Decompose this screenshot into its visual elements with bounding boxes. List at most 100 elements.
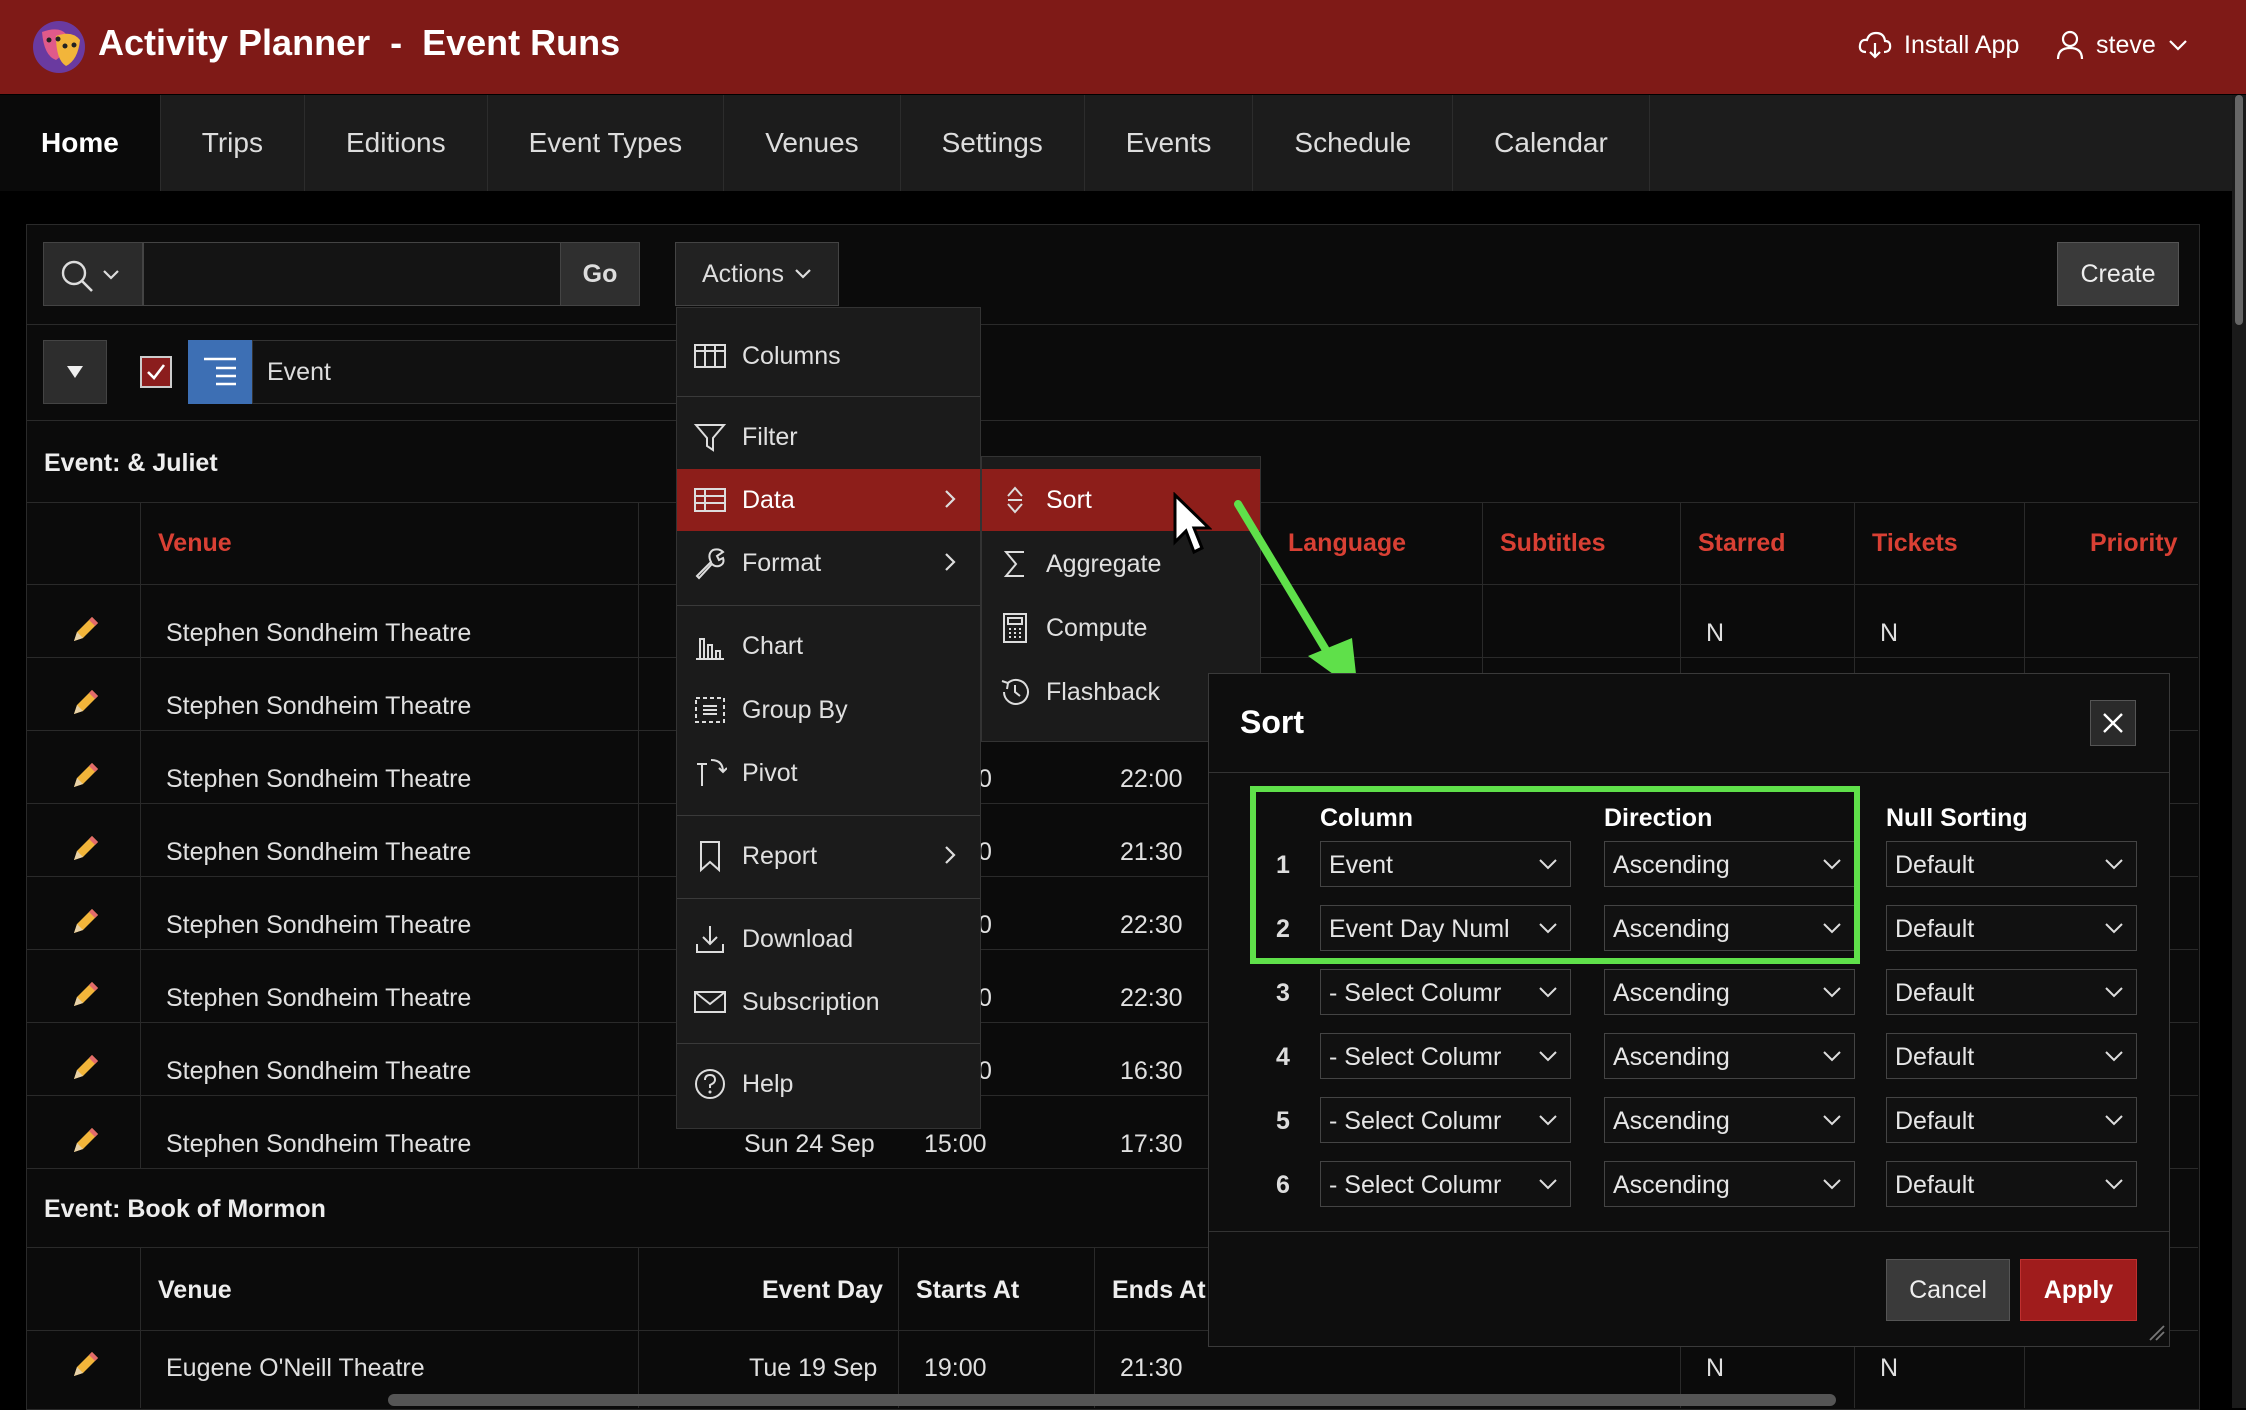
column-header-starts-at[interactable]: Starts At — [916, 1276, 1019, 1305]
cell-starred: N — [1706, 1354, 1725, 1382]
chevron-down-icon — [103, 270, 119, 280]
menu-item-filter[interactable]: Filter — [677, 406, 980, 468]
sort-column-select-value: - Select Columr — [1329, 1043, 1502, 1071]
install-app-button[interactable]: Install App — [1858, 30, 2019, 60]
search-column-button[interactable] — [43, 242, 143, 306]
edit-pencil-icon[interactable] — [68, 1124, 102, 1158]
nav-editions[interactable]: Editions — [305, 95, 488, 191]
nav-settings[interactable]: Settings — [901, 95, 1085, 191]
collapse-toggle-button[interactable] — [43, 340, 107, 404]
menu-item-help[interactable]: Help — [677, 1053, 980, 1115]
edit-pencil-icon[interactable] — [68, 905, 102, 939]
apply-button[interactable]: Apply — [2020, 1259, 2137, 1321]
nav-events[interactable]: Events — [1085, 95, 1254, 191]
edit-pencil-icon[interactable] — [68, 1348, 102, 1382]
sort-column-select[interactable]: - Select Columr — [1320, 969, 1571, 1015]
nav-schedule[interactable]: Schedule — [1253, 95, 1454, 191]
close-dialog-button[interactable] — [2090, 700, 2136, 746]
edit-pencil-icon[interactable] — [68, 759, 102, 793]
scrollbar-thumb[interactable] — [2235, 95, 2243, 325]
cell-venue: Stephen Sondheim Theatre — [166, 1130, 472, 1158]
cell-ends-at: 17:30 — [1120, 1130, 1183, 1158]
cell-event-day: Sun 24 Sep — [744, 1130, 875, 1158]
go-button[interactable]: Go — [560, 242, 640, 306]
divider — [1094, 1248, 1095, 1408]
sort-column-select[interactable]: - Select Columr — [1320, 1161, 1571, 1207]
submenu-item-sort[interactable]: Sort — [982, 469, 1260, 531]
theatre-masks-logo-icon[interactable] — [32, 20, 86, 74]
submenu-item-label: Compute — [1046, 614, 1148, 642]
edit-pencil-icon[interactable] — [68, 1051, 102, 1085]
sort-column-select[interactable]: - Select Columr — [1320, 1097, 1571, 1143]
search-input[interactable] — [143, 242, 561, 306]
sort-direction-select[interactable]: Ascending — [1604, 969, 1855, 1015]
null-sorting-select[interactable]: Default — [1886, 1161, 2137, 1207]
actions-menu-button[interactable]: Actions — [675, 242, 839, 306]
sort-column-select[interactable]: - Select Columr — [1320, 1033, 1571, 1079]
control-break-icon — [188, 340, 252, 404]
search-icon — [61, 260, 93, 292]
menu-item-label: Download — [742, 924, 854, 953]
nav-venues[interactable]: Venues — [724, 95, 901, 191]
horizontal-scrollbar[interactable] — [388, 1394, 1836, 1406]
null-sorting-select[interactable]: Default — [1886, 1033, 2137, 1079]
null-sorting-select-value: Default — [1895, 1043, 1975, 1071]
submenu-item-aggregate[interactable]: Aggregate — [982, 533, 1260, 595]
chevron-down-icon — [1823, 1051, 1841, 1062]
app-title: Activity Planner - Event Runs — [98, 22, 621, 63]
menu-item-label: Group By — [742, 695, 848, 724]
column-header-starred[interactable]: Starred — [1698, 529, 1786, 558]
nav-calendar[interactable]: Calendar — [1453, 95, 1650, 191]
username-label: steve — [2096, 30, 2156, 59]
menu-item-pivot[interactable]: Pivot — [677, 742, 980, 804]
edit-pencil-icon[interactable] — [68, 978, 102, 1012]
wrench-icon — [695, 548, 725, 580]
column-header-subtitles[interactable]: Subtitles — [1500, 529, 1606, 558]
menu-item-report[interactable]: Report — [677, 825, 980, 887]
nav-event-types[interactable]: Event Types — [488, 95, 725, 191]
nav-home[interactable]: Home — [0, 95, 161, 191]
null-sorting-select-value: Default — [1895, 1171, 1975, 1199]
nav-trips[interactable]: Trips — [161, 95, 305, 191]
menu-item-label: Chart — [742, 631, 804, 660]
menu-item-subscription[interactable]: Subscription — [677, 971, 980, 1033]
create-button[interactable]: Create — [2057, 242, 2179, 306]
cancel-button[interactable]: Cancel — [1886, 1259, 2010, 1321]
menu-item-columns[interactable]: Columns — [677, 325, 980, 387]
column-header-tickets[interactable]: Tickets — [1872, 529, 1958, 558]
cell-ends-at: 22:30 — [1120, 911, 1183, 939]
null-sorting-select[interactable]: Default — [1886, 905, 2137, 951]
menu-item-group-by[interactable]: Group By — [677, 679, 980, 741]
vertical-scrollbar[interactable] — [2232, 95, 2246, 1408]
column-header-priority[interactable]: Priority — [2090, 529, 2178, 558]
app-header: Activity Planner - Event Runs Install Ap… — [0, 0, 2246, 94]
column-header-event-day[interactable]: Event Day — [762, 1276, 883, 1305]
sort-direction-select[interactable]: Ascending — [1604, 1033, 1855, 1079]
edit-pencil-icon[interactable] — [68, 613, 102, 647]
column-header-ends-at[interactable]: Ends At — [1112, 1276, 1206, 1305]
menu-item-download[interactable]: Download — [677, 908, 980, 970]
edit-pencil-icon[interactable] — [68, 832, 102, 866]
filter-icon — [693, 424, 727, 452]
null-sorting-select[interactable]: Default — [1886, 841, 2137, 887]
sort-direction-select[interactable]: Ascending — [1604, 1161, 1855, 1207]
chevron-down-icon — [2105, 987, 2123, 998]
submenu-item-label: Aggregate — [1046, 550, 1162, 578]
menu-item-format[interactable]: Format — [677, 532, 980, 594]
user-menu-button[interactable]: steve — [2056, 30, 2188, 60]
cell-ends-at: 21:30 — [1120, 838, 1183, 866]
null-sorting-select[interactable]: Default — [1886, 969, 2137, 1015]
submenu-item-compute[interactable]: Compute — [982, 597, 1260, 659]
column-header-venue[interactable]: Venue — [158, 1276, 232, 1305]
null-sorting-select[interactable]: Default — [1886, 1097, 2137, 1143]
bookmark-icon — [700, 841, 720, 873]
enable-checkbox[interactable] — [140, 356, 172, 388]
column-header-venue[interactable]: Venue — [158, 529, 232, 558]
menu-item-data[interactable]: Data — [677, 469, 980, 531]
edit-pencil-icon[interactable] — [68, 686, 102, 720]
resize-handle-icon[interactable] — [2146, 1322, 2166, 1342]
sort-direction-select[interactable]: Ascending — [1604, 1097, 1855, 1143]
sort-row-number: 5 — [1276, 1107, 1290, 1135]
divider — [1209, 1231, 2169, 1232]
menu-item-chart[interactable]: Chart — [677, 615, 980, 677]
